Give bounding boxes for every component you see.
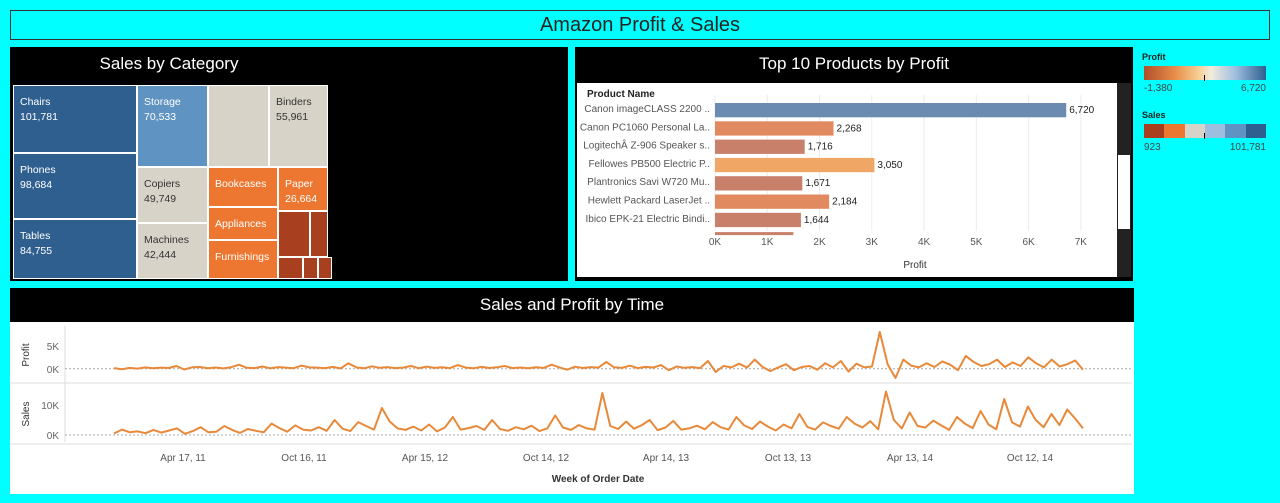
bar-xtick-label: 1K <box>761 237 774 248</box>
time-ytick-label: 0K <box>47 365 60 376</box>
legend-sales-max: 101,781 <box>1229 142 1266 153</box>
bar-value-label: 1,671 <box>805 178 830 189</box>
treemap-cell-unlabeled[interactable] <box>208 85 269 167</box>
treemap-cell-paper[interactable]: Paper 26,664 <box>278 167 328 211</box>
legend-profit-min: -1,380 <box>1144 83 1173 94</box>
time-xtick-label: Apr 13, 14 <box>887 453 934 464</box>
top10-products-title: Top 10 Products by Profit <box>575 47 1133 81</box>
time-xtick-label: Oct 14, 12 <box>523 453 570 464</box>
treemap-cell-tables[interactable]: Tables 84,755 <box>13 219 137 279</box>
top10-products-panel: Top 10 Products by Profit 0K 1K 2K 3K 4K 5K 6K… <box>575 47 1133 281</box>
bar-xtick-label: 4K <box>918 237 931 248</box>
legend-sales-title: Sales <box>1142 110 1166 120</box>
treemap-cell-phones[interactable]: Phones 98,684 <box>13 153 137 219</box>
legend-profit-zero-marker <box>1204 75 1205 81</box>
bar-row-header: Product Name <box>587 89 655 100</box>
time-xtick-label: Apr 15, 12 <box>402 453 449 464</box>
treemap-cell-small-4[interactable] <box>303 257 318 279</box>
time-series-line-sales[interactable] <box>113 390 1084 435</box>
sales-by-category-panel: Sales by Category Chairs 101,781 Phones 98… <box>10 47 568 281</box>
time-xtick-label: Apr 17, 11 <box>160 453 206 464</box>
treemap-cell-appliances[interactable]: Appliances <box>208 207 278 240</box>
bar-category-label: Plantronics Savi W720 Mu.. <box>587 177 710 188</box>
legend-profit-gradient <box>1144 66 1266 80</box>
bar-category-label: Ibico EPK-21 Electric Bindi.. <box>586 214 711 225</box>
legend-sales-marker <box>1204 133 1205 139</box>
bar-mark[interactable] <box>715 139 805 154</box>
sales-profit-time-title: Sales and Profit by Time <box>10 288 1134 322</box>
top10-bar-chart: 0K 1K 2K 3K 4K 5K 6K 7K Product Name Profit Canon … <box>580 89 1095 271</box>
time-xtick-label: Oct 13, 13 <box>765 453 812 464</box>
bar-value-label: 2,184 <box>832 197 857 208</box>
treemap-cell-storage[interactable]: Storage 70,533 <box>137 85 208 167</box>
bar-xaxis-title: Profit <box>903 260 927 271</box>
treemap-cell-binders[interactable]: Binders 55,961 <box>269 85 328 167</box>
bar-mark[interactable] <box>715 176 803 191</box>
bar-mark[interactable] <box>715 212 801 228</box>
time-ytick-label: 10K <box>41 401 59 412</box>
time-ytick-label: 5K <box>47 342 60 353</box>
time-xaxis-title: Week of Order Date <box>552 474 645 485</box>
scrollbar-thumb[interactable] <box>1118 155 1130 229</box>
top10-chart-area: 0K 1K 2K 3K 4K 5K 6K 7K Product Name Profit Canon … <box>577 83 1117 277</box>
bar-xtick-label: 3K <box>866 237 879 248</box>
sales-by-category-title: Sales by Category <box>10 47 328 81</box>
time-xtick-label: Apr 14, 13 <box>643 453 690 464</box>
bar-xtick-label: 0K <box>709 237 722 248</box>
legend-profit-title: Profit <box>1142 52 1166 62</box>
bar-mark[interactable] <box>715 194 830 209</box>
treemap-cell-chairs[interactable]: Chairs 101,781 <box>13 85 137 153</box>
bar-value-label: 2,268 <box>837 123 862 134</box>
time-yaxis-title: Profit <box>21 343 32 367</box>
bar-value-label: 3,050 <box>877 160 902 171</box>
dashboard-title: Amazon Profit & Sales <box>10 10 1270 40</box>
treemap-cell-bookcases[interactable]: Bookcases <box>208 167 278 207</box>
bar-value-label: 1,644 <box>804 215 829 226</box>
bar-xtick-label: 7K <box>1075 237 1088 248</box>
bar-category-label: Canon PC1060 Personal La.. <box>580 122 710 133</box>
legend-sales-steps <box>1144 124 1266 138</box>
treemap-cell-machines[interactable]: Machines 42,444 <box>137 223 208 279</box>
treemap-cell-small-5[interactable] <box>318 257 332 279</box>
time-series-line-profit[interactable] <box>113 331 1084 379</box>
treemap-cell-small-2[interactable] <box>310 211 328 257</box>
bar-xtick-label: 6K <box>1022 237 1035 248</box>
bar-category-label: Fellowes PB500 Electric P.. <box>588 159 710 170</box>
sales-profit-line-chart: 5K 0K Profit 10K 0K Sales Apr 17, 11 Oct 16, 11… <box>10 326 1132 485</box>
treemap-cell-small-3[interactable] <box>278 257 303 279</box>
bar-category-label: Hewlett Packard LaserJet .. <box>588 196 710 207</box>
sales-profit-time-panel: Sales and Profit by Time 5K 0K Profit 10K 0K… <box>10 288 1134 494</box>
category-treemap[interactable]: Chairs 101,781 Phones 98,684 Tables 84,755 … <box>13 85 332 279</box>
top10-scrollbar[interactable] <box>1117 83 1131 277</box>
time-xtick-label: Oct 16, 11 <box>281 453 327 464</box>
bar-mark[interactable] <box>715 157 875 173</box>
treemap-cell-copiers[interactable]: Copiers 49,749 <box>137 167 208 223</box>
bar-xtick-label: 2K <box>813 237 826 248</box>
bar-mark-partial[interactable] <box>715 232 794 236</box>
bar-category-label: Canon imageCLASS 2200 .. <box>584 104 710 115</box>
bar-xtick-label: 5K <box>970 237 983 248</box>
legend-panel: Profit -1,380 6,720 Sales 923 101,781 <box>1140 47 1270 167</box>
treemap-cell-small-1[interactable] <box>278 211 310 257</box>
bar-mark[interactable] <box>715 103 1067 118</box>
time-yaxis-title: Sales <box>21 401 32 426</box>
time-xtick-label: Oct 12, 14 <box>1007 453 1054 464</box>
time-ytick-label: 0K <box>47 431 60 442</box>
bar-value-label: 6,720 <box>1069 105 1094 116</box>
bar-category-label: LogitechÂ Z-906 Speaker s.. <box>583 139 710 152</box>
bar-mark[interactable] <box>715 121 834 136</box>
legend-profit-max: 6,720 <box>1240 83 1266 94</box>
bar-value-label: 1,716 <box>808 142 833 153</box>
legend-sales-min: 923 <box>1144 142 1161 153</box>
treemap-cell-furnishings[interactable]: Furnishings <box>208 240 278 279</box>
